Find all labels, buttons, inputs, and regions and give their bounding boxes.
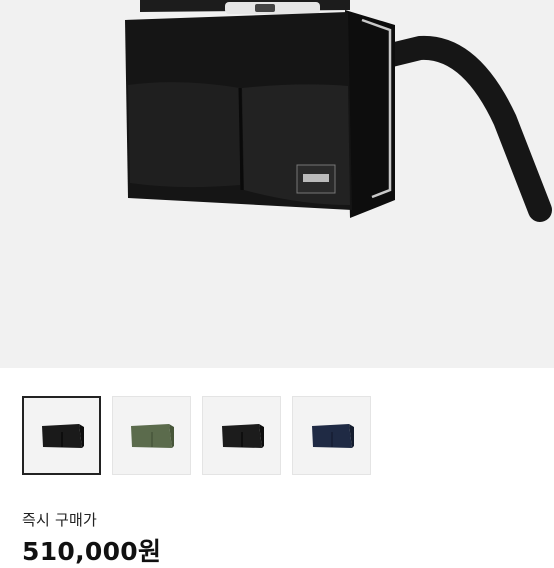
instant-buy-price: 510,000원: [22, 537, 162, 566]
thumbnail-1[interactable]: [22, 396, 101, 475]
left-pocket: [128, 82, 240, 188]
black-bag-thumbnail: [221, 423, 264, 448]
product-main-image: [0, 0, 554, 368]
thumbnail-3[interactable]: [202, 396, 281, 475]
zipper-pull: [255, 4, 275, 12]
thumbnail-4[interactable]: [292, 396, 371, 475]
black-bag-thumbnail: [41, 423, 84, 448]
bag-illustration: [125, 0, 552, 222]
bag-side-panel: [345, 10, 395, 218]
instant-buy-label: 즉시 구매가: [22, 511, 97, 529]
brand-label-plate: [303, 174, 329, 182]
navy-bag-thumbnail: [311, 423, 354, 448]
thumbnail-strip: [22, 396, 371, 475]
pocket-seam: [238, 87, 244, 191]
thumbnail-2[interactable]: [112, 396, 191, 475]
olive-bag-thumbnail: [130, 423, 174, 448]
